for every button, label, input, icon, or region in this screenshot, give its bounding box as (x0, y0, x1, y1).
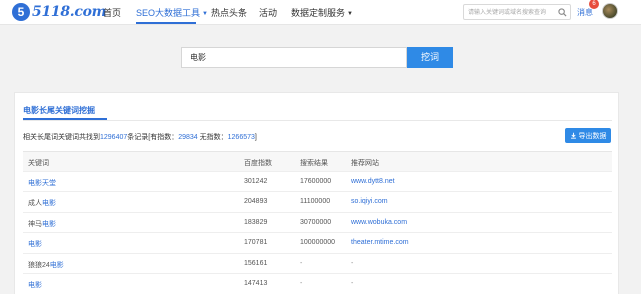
chevron-down-icon: ▼ (202, 11, 208, 17)
nav-item-seo-tools-label: SEO大数据工具 (136, 8, 201, 18)
search-results-cell: - (300, 280, 303, 287)
keyword-cell[interactable]: 电影 (28, 280, 42, 290)
nav-item-data-service[interactable]: 数据定制服务 ▼ (291, 6, 353, 19)
recommended-site-link[interactable]: www.dytt8.net (351, 178, 395, 185)
recommended-site-link: - (351, 280, 354, 287)
search-results-cell: - (300, 259, 303, 267)
keyword-cell[interactable]: 成人电影 (28, 198, 56, 208)
keyword-cell[interactable]: 狼狼24电影 (28, 260, 64, 270)
keyword-suffix: 天堂 (42, 179, 56, 187)
search-results-cell: 11100000 (300, 198, 331, 205)
baidu-index-cell: 204893 (244, 198, 268, 205)
top-search-box (463, 4, 571, 20)
nav-item-hot-news[interactable]: 热点头条 (211, 6, 247, 19)
summary-prefix: 相关长尾词关键词共找到 (23, 134, 100, 141)
recommended-site-link[interactable]: so.iqiyi.com (351, 198, 388, 205)
summary-mid2: 无指数： (197, 134, 228, 141)
summary-suffix: ] (254, 134, 257, 141)
search-results-cell: 100000000 (300, 239, 336, 246)
nav-item-events[interactable]: 活动 (259, 6, 277, 19)
recommended-site-link: - (351, 259, 354, 267)
summary-without-index: 1266573 (227, 134, 255, 141)
table-row: 电影 170781 100000000 theater.mtime.com (23, 233, 612, 254)
baidu-index-cell: 301242 (244, 177, 268, 185)
export-data-button[interactable]: 导出数据 (565, 128, 611, 143)
table-header-row: 关键词 百度指数 搜索结果 推荐网站 (23, 151, 612, 172)
top-navbar: 5 5118.com 首页 SEO大数据工具 ▼ 热点头条 活动 数据定制服务 ▼ … (0, 0, 641, 25)
keyword-prefix: 神马 (28, 220, 42, 228)
keyword-highlight: 电影 (28, 282, 42, 289)
baidu-index-cell: 170781 (244, 239, 268, 246)
top-search-input[interactable] (468, 7, 556, 18)
table-row: 成人电影 204893 11100000 so.iqiyi.com (23, 192, 612, 213)
header-recommended-site: 推荐网站 (351, 160, 379, 167)
baidu-index-cell: 156161 (244, 259, 268, 267)
export-data-label: 导出数据 (578, 132, 607, 140)
keyword-cell[interactable]: 电影天堂 (28, 178, 56, 188)
baidu-index-cell: 147413 (244, 280, 268, 287)
baidu-index-cell: 183829 (244, 218, 268, 226)
message-count-badge: 6 (589, 0, 599, 9)
download-icon (570, 132, 576, 139)
result-summary: 相关长尾词关键词共找到1296407条记录[有指数：29834 无指数：1266… (23, 132, 257, 142)
summary-total: 1296407 (100, 134, 128, 141)
keyword-table: 关键词 百度指数 搜索结果 推荐网站 电影天堂 301242 17600000 www… (23, 151, 612, 294)
avatar[interactable] (602, 3, 618, 19)
table-row: 电影 147413 - - (23, 274, 612, 294)
table-body: 电影天堂 301242 17600000 www.dytt8.net 成人电影 20489… (23, 172, 612, 294)
header-baidu-index[interactable]: 百度指数 (244, 158, 272, 168)
nav-item-home[interactable]: 首页 (103, 6, 121, 19)
keyword-highlight: 电影 (42, 220, 56, 228)
keyword-search-box (181, 47, 407, 68)
panel-title: 电影长尾关键词挖掘 (23, 106, 95, 115)
nav-item-data-service-label: 数据定制服务 (291, 8, 346, 18)
results-panel: 电影长尾关键词挖掘 相关长尾词关键词共找到1296407条记录[有指数：2983… (14, 92, 619, 294)
keyword-highlight: 电影 (28, 179, 42, 187)
search-icon[interactable] (558, 8, 567, 17)
keyword-prefix: 狼狼24 (28, 261, 50, 269)
table-row: 电影天堂 301242 17600000 www.dytt8.net (23, 172, 612, 192)
keyword-highlight: 电影 (49, 261, 64, 269)
keyword-prefix: 成人 (28, 200, 42, 207)
keyword-cell[interactable]: 神马电影 (28, 219, 56, 229)
recommended-site-link[interactable]: www.wobuka.com (351, 219, 407, 226)
messages-link[interactable]: 消息 (577, 7, 593, 18)
dig-words-button[interactable]: 挖词 (407, 47, 453, 68)
chevron-down-icon: ▼ (347, 11, 353, 17)
keyword-highlight: 电影 (28, 241, 42, 248)
keyword-highlight: 电影 (42, 200, 56, 207)
nav-item-seo-tools[interactable]: SEO大数据工具 ▼ (136, 6, 208, 19)
site-logo[interactable]: 5 5118.com (12, 3, 106, 21)
keyword-search-input[interactable] (190, 51, 390, 64)
active-nav-indicator (136, 22, 196, 24)
search-results-cell: 17600000 (300, 177, 332, 185)
table-row: 狼狼24电影 156161 - - (23, 254, 612, 274)
logo-text: 5118.com (32, 4, 107, 20)
search-results-cell: 30700000 (300, 218, 332, 226)
header-search-results[interactable]: 搜索结果 (300, 158, 328, 168)
header-keyword[interactable]: 关键词 (28, 158, 49, 168)
keyword-cell[interactable]: 电影 (28, 239, 42, 249)
table-row: 神马电影 183829 30700000 www.wobuka.com (23, 213, 612, 233)
panel-divider (23, 120, 612, 121)
recommended-site-link[interactable]: theater.mtime.com (351, 239, 409, 246)
logo-mark-icon: 5 (12, 3, 30, 21)
summary-mid1: 条记录[有指数： (127, 134, 179, 141)
summary-with-index: 29834 (178, 134, 198, 141)
